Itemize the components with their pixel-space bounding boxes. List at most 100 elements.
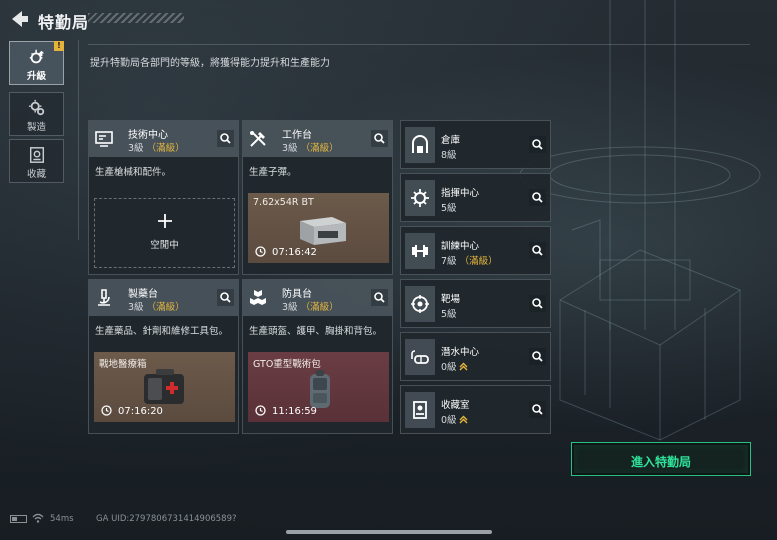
card-description: 生產槍械和配件。 [95,167,172,178]
clock-icon [255,405,266,416]
card-storage[interactable]: 倉庫 8級 [400,120,551,169]
production-timer: 07:16:20 [118,406,163,417]
card-level: 5級 [441,203,457,214]
side-tab-label: 升級 [26,71,46,82]
plus-icon [158,214,172,228]
level-value: 3級 [282,143,298,154]
max-level-tag: （滿級） [146,143,185,154]
slot-item-name: 7.62x54R BT [253,197,314,208]
max-level-tag: （滿級） [300,302,339,313]
card-collection-room[interactable]: 收藏室 0級 [400,385,551,434]
search-icon[interactable] [529,348,546,365]
card-title: 製藥台 [128,289,158,300]
search-icon[interactable] [529,401,546,418]
card-level: 3級 （滿級） [282,299,339,313]
card-level: 3級 （滿級） [128,140,185,154]
microscope-icon [98,289,110,306]
card-level: 8級 [441,150,457,161]
search-icon[interactable] [529,136,546,153]
card-icon-box [405,127,435,163]
card-training-center[interactable]: 訓練中心 7級 （滿級） [400,226,551,275]
card-icon-box [405,180,435,216]
upgrade-available-icon [459,362,468,371]
clock-icon [101,405,112,416]
ping-readout: 54ms [50,514,74,524]
collection-icon [29,147,44,163]
level-value: 3級 [282,302,298,313]
top-bar: 特勤局 [0,0,777,38]
command-gear-icon [411,189,429,207]
diving-mask-icon [411,350,429,364]
card-title: 技術中心 [128,130,168,141]
ammo-box-image [300,217,346,245]
medkit-image [144,369,184,404]
user-uid: GA UID:2797806731414906589? [96,514,237,524]
max-level-tag: （滿級） [300,143,339,154]
armor-cubes-icon [250,290,266,305]
card-level: 0級 [441,412,468,426]
target-icon [411,295,429,313]
level-value: 0級 [441,415,457,426]
search-icon[interactable] [371,130,388,147]
production-slot[interactable]: 戰地醫療箱 07:16:20 [94,352,235,422]
display-case-icon [413,401,427,419]
production-slot-empty[interactable]: 空閒中 [94,198,235,268]
back-arrow-icon[interactable] [8,9,30,29]
level-value: 7級 [441,256,457,267]
search-icon[interactable] [371,289,388,306]
sidebar-divider [78,40,79,240]
card-header: 技術中心 3級 （滿級） [89,121,238,157]
tools-icon [250,131,266,147]
enter-secret-service-button[interactable]: 進入特勤局 [571,442,751,476]
production-timer: 11:16:59 [272,406,317,417]
production-slot[interactable]: 7.62x54R BT 07:16:42 [248,193,389,263]
title-decoration [88,13,184,23]
enter-button-label: 進入特勤局 [630,455,691,469]
search-icon[interactable] [217,130,234,147]
side-tab-craft[interactable]: 製造 [9,92,64,136]
card-description: 生產頭盔、護甲、胸掛和背包。 [249,326,383,337]
card-title: 潛水中心 [441,347,480,358]
page-subtitle: 提升特勤局各部門的等級，將獲得能力提升和生產能力 [90,58,330,69]
card-title: 訓練中心 [441,241,480,252]
card-title: 防具台 [282,289,312,300]
card-pharmacy[interactable]: 製藥台 3級 （滿級） 生產藥品、針劑和維修工具包。 戰地醫療箱 07:16:2… [88,279,239,434]
battery-icon [10,515,27,523]
wifi-icon [32,513,44,523]
card-shooting-range[interactable]: 靶場 5級 [400,279,551,328]
max-level-tag: （滿級） [146,302,185,313]
production-slot[interactable]: GTO重型戰術包 11:16:59 [248,352,389,422]
side-tab-collection[interactable]: 收藏 [9,139,64,183]
card-level: 3級 （滿級） [282,140,339,154]
card-level: 0級 [441,359,468,373]
upgrade-available-icon [459,415,468,424]
card-tech-center[interactable]: 技術中心 3級 （滿級） 生產槍械和配件。 空閒中 [88,120,239,275]
card-armor-bench[interactable]: 防具台 3級 （滿級） 生產頭盔、護甲、胸掛和背包。 GTO重型戰術包 11:1… [242,279,393,434]
card-header: 工作台 3級 （滿級） [243,121,392,157]
card-title: 靶場 [441,294,461,305]
card-description: 生產子彈。 [249,167,297,178]
warehouse-icon [412,135,428,153]
production-timer: 07:16:42 [272,247,317,258]
card-workbench[interactable]: 工作台 3級 （滿級） 生產子彈。 7.62x54R BT 07:16:42 [242,120,393,275]
max-level-tag: （滿級） [459,256,498,267]
search-icon[interactable] [217,289,234,306]
card-title: 收藏室 [441,400,470,411]
search-icon[interactable] [529,189,546,206]
card-command-center[interactable]: 指揮中心 5級 [400,173,551,222]
card-icon-box [405,233,435,269]
card-icon-box [405,286,435,322]
search-icon[interactable] [529,242,546,259]
card-diving-center[interactable]: 潛水中心 0級 [400,332,551,381]
home-indicator[interactable] [286,530,492,534]
card-title: 指揮中心 [441,188,480,199]
card-level: 3級 （滿級） [128,299,185,313]
level-value: 0級 [441,362,457,373]
card-icon-box [405,392,435,428]
search-icon[interactable] [529,295,546,312]
card-icon-box [405,339,435,375]
side-tab-upgrade[interactable]: 升級 ! [9,41,64,85]
card-level: 5級 [441,309,457,320]
side-tab-label: 收藏 [26,169,46,180]
side-tab-label: 製造 [26,122,46,133]
